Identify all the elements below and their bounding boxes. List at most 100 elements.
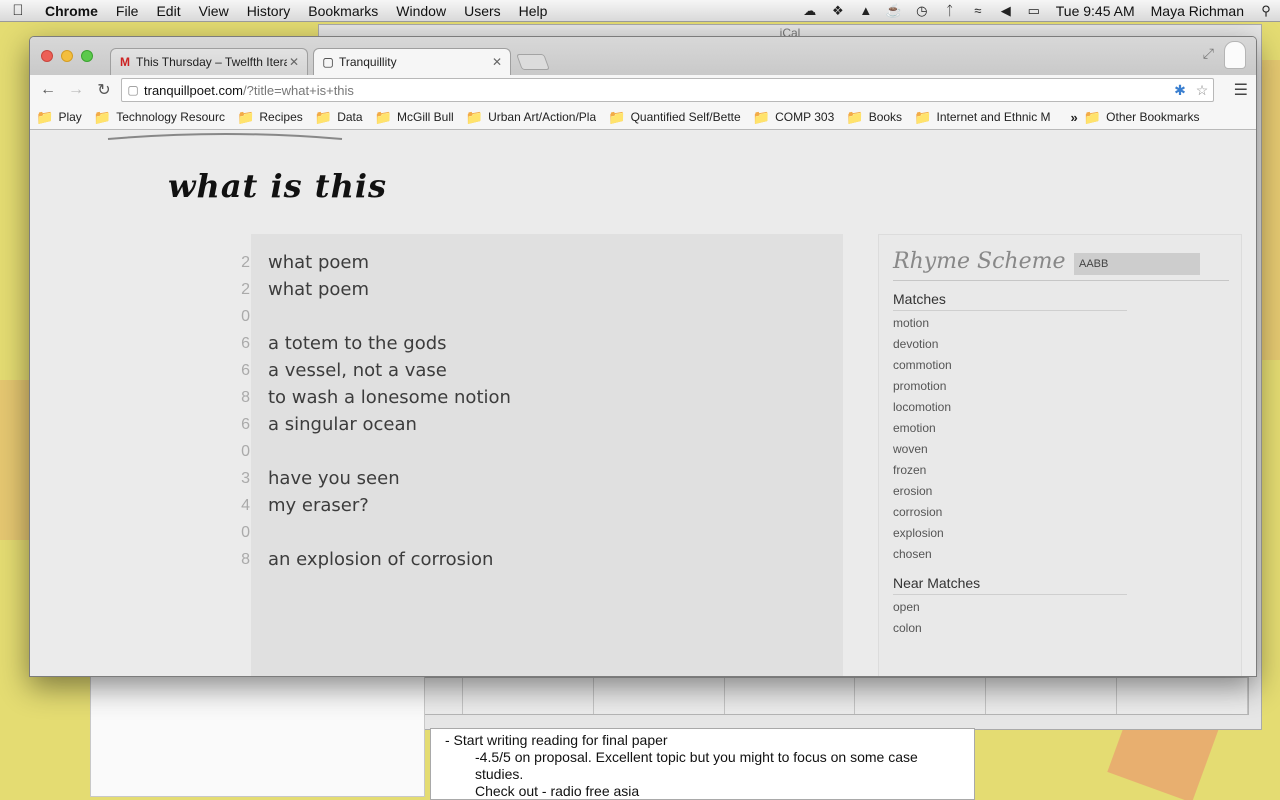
- poem-line[interactable]: a totem to the gods: [268, 330, 511, 357]
- poem-editor[interactable]: what poem what poem a totem to the gods …: [251, 234, 843, 676]
- calendar-cell[interactable]: [1117, 678, 1249, 714]
- poem-line[interactable]: my eraser?: [268, 492, 511, 519]
- near-match-word[interactable]: open: [893, 597, 922, 618]
- dropbox-icon[interactable]: ❖: [824, 3, 852, 19]
- poem-line[interactable]: what poem: [268, 249, 511, 276]
- bookmark-folder[interactable]: 📁 Quantified Self/Bette: [608, 109, 741, 126]
- bookmark-folder[interactable]: 📁 Recipes: [237, 109, 303, 126]
- poem-line[interactable]: a singular ocean: [268, 411, 511, 438]
- bookmark-folder[interactable]: 📁 Internet and Ethnic M: [914, 109, 1050, 126]
- cup-icon[interactable]: ☕: [880, 3, 908, 19]
- bookmark-folder[interactable]: 📁 Play: [36, 109, 82, 126]
- hat-icon[interactable]: ▲: [852, 3, 880, 18]
- menu-bookmarks[interactable]: Bookmarks: [299, 0, 387, 22]
- menu-app-name[interactable]: Chrome: [36, 0, 107, 22]
- close-tab-icon[interactable]: ✕: [490, 55, 504, 69]
- poem-line[interactable]: [268, 519, 511, 546]
- forward-arrow-icon[interactable]: →: [62, 81, 90, 99]
- rhyme-header: Rhyme Scheme: [893, 247, 1229, 281]
- folder-icon: 📁: [465, 108, 484, 125]
- match-word[interactable]: frozen: [893, 460, 952, 481]
- poem-title[interactable]: what is this: [168, 167, 387, 205]
- menu-users[interactable]: Users: [455, 0, 510, 22]
- match-word[interactable]: woven: [893, 439, 952, 460]
- time-machine-icon[interactable]: ◷: [908, 3, 936, 19]
- address-bar[interactable]: ▢ tranquillpoet.com /?title=what+is+this…: [121, 78, 1214, 102]
- match-word[interactable]: explosion: [893, 523, 952, 544]
- match-word[interactable]: devotion: [893, 334, 952, 355]
- calendar-cell[interactable]: [594, 678, 725, 714]
- matches-list: motion devotion commotion promotion loco…: [893, 313, 952, 565]
- bookmark-folder[interactable]: 📁 COMP 303: [753, 109, 835, 126]
- close-tab-icon[interactable]: ✕: [287, 55, 301, 69]
- match-word[interactable]: commotion: [893, 355, 952, 376]
- match-word[interactable]: promotion: [893, 376, 952, 397]
- syllable-counts: 2 2 0 6 6 8 6 0 3 4 0 8: [220, 249, 250, 573]
- extension-icon[interactable]: ✱: [1169, 82, 1191, 99]
- reload-icon[interactable]: ↻: [90, 80, 118, 100]
- poem-line[interactable]: have you seen: [268, 465, 511, 492]
- menu-clock[interactable]: Tue 9:45 AM: [1048, 3, 1143, 19]
- browser-window: M This Thursday – Twelfth Itera ✕ ▢ Tran…: [29, 36, 1257, 677]
- syllable-count: 3: [241, 470, 250, 487]
- match-word[interactable]: emotion: [893, 418, 952, 439]
- syllable-count: 6: [241, 416, 250, 433]
- bookmarks-bar: 📁 Play 📁 Technology Resourc 📁 Recipes 📁 Data…: [30, 105, 1256, 130]
- match-word[interactable]: corrosion: [893, 502, 952, 523]
- tab-tranquillity[interactable]: ▢ Tranquillity ✕: [313, 48, 511, 75]
- menu-bar:  Chrome File Edit View History Bookmark…: [0, 0, 1280, 22]
- match-word[interactable]: locomotion: [893, 397, 952, 418]
- near-match-word[interactable]: colon: [893, 618, 922, 639]
- match-word[interactable]: erosion: [893, 481, 952, 502]
- rhyme-scheme-input[interactable]: [1074, 253, 1200, 275]
- poem-line[interactable]: [268, 303, 511, 330]
- close-window-button[interactable]: [41, 50, 53, 62]
- bookmark-folder[interactable]: 📁 Data: [315, 109, 363, 126]
- volume-icon[interactable]: ◀: [992, 3, 1020, 19]
- poem-line[interactable]: a vessel, not a vase: [268, 357, 511, 384]
- cloud-icon[interactable]: ☁: [796, 3, 824, 19]
- menu-user[interactable]: Maya Richman: [1143, 3, 1252, 19]
- bluetooth-icon[interactable]: ᛏ: [936, 3, 964, 18]
- notes-line: - Start writing reading for final paper: [445, 732, 668, 748]
- notes-window[interactable]: - Start writing reading for final paper …: [430, 728, 975, 800]
- menu-help[interactable]: Help: [510, 0, 557, 22]
- back-arrow-icon[interactable]: ←: [34, 81, 62, 99]
- bookmark-folder[interactable]: 📁 Technology Resourc: [94, 109, 225, 126]
- tab-gmail[interactable]: M This Thursday – Twelfth Itera ✕: [110, 48, 308, 75]
- calendar-cell[interactable]: [855, 678, 987, 714]
- bookmark-star-icon[interactable]: ☆: [1191, 82, 1213, 99]
- wifi-icon[interactable]: ≈: [964, 3, 992, 18]
- menu-edit[interactable]: Edit: [147, 0, 189, 22]
- other-bookmarks[interactable]: 📁 Other Bookmarks: [1084, 109, 1200, 126]
- calendar-cell[interactable]: [725, 678, 856, 714]
- match-word[interactable]: chosen: [893, 544, 952, 565]
- minimize-window-button[interactable]: [61, 50, 73, 62]
- menu-history[interactable]: History: [238, 0, 300, 22]
- rhyme-panel: Rhyme Scheme Matches motion devotion com…: [878, 234, 1242, 676]
- battery-icon[interactable]: ▭: [1020, 3, 1048, 19]
- bookmarks-overflow-button[interactable]: »: [1070, 110, 1077, 125]
- menu-file[interactable]: File: [107, 0, 148, 22]
- poem-line[interactable]: to wash a lonesome notion: [268, 384, 511, 411]
- chrome-menu-icon[interactable]: ☰: [1234, 80, 1248, 100]
- bookmark-folder[interactable]: 📁 Books: [846, 109, 902, 126]
- poem-line[interactable]: what poem: [268, 276, 511, 303]
- new-tab-button[interactable]: [516, 54, 550, 70]
- zoom-window-button[interactable]: [81, 50, 93, 62]
- match-word[interactable]: motion: [893, 313, 952, 334]
- folder-icon: 📁: [608, 108, 626, 125]
- menu-view[interactable]: View: [190, 0, 238, 22]
- poem-line[interactable]: an explosion of corrosion: [268, 546, 511, 573]
- calendar-cell[interactable]: [463, 678, 594, 714]
- calendar-cell[interactable]: [986, 678, 1118, 714]
- profile-avatar-icon[interactable]: [1224, 41, 1246, 69]
- poem-line[interactable]: [268, 438, 511, 465]
- fullscreen-icon[interactable]: ⤢: [1203, 45, 1214, 62]
- bookmark-folder[interactable]: 📁 Urban Art/Action/Pla: [466, 109, 597, 126]
- bookmark-label: Other Bookmarks: [1106, 110, 1200, 124]
- menu-window[interactable]: Window: [387, 0, 455, 22]
- bookmark-folder[interactable]: 📁 McGill Bull: [375, 109, 454, 126]
- spotlight-search-icon[interactable]: ⚲: [1252, 3, 1280, 19]
- apple-menu-icon[interactable]: : [0, 2, 36, 19]
